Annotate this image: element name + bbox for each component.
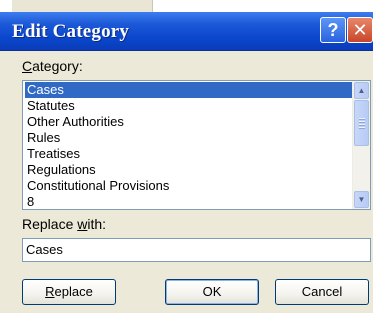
list-item[interactable]: Other Authorities <box>25 114 124 130</box>
list-item[interactable]: Treatises <box>25 146 80 162</box>
list-item[interactable]: Regulations <box>25 162 96 178</box>
title-bar[interactable]: Edit Category ? ✕ <box>0 12 373 51</box>
help-button[interactable]: ? <box>320 17 346 43</box>
grip-line <box>359 118 365 120</box>
scroll-down-button[interactable]: ▼ <box>354 191 369 208</box>
replace-with-label: Replace with: <box>22 216 107 232</box>
list-item[interactable]: Constitutional Provisions <box>25 178 169 194</box>
close-button[interactable]: ✕ <box>347 17 373 43</box>
category-label: Category: <box>22 58 83 74</box>
chevron-up-icon: ▲ <box>357 86 366 95</box>
cancel-button[interactable]: Cancel <box>275 279 369 305</box>
list-item[interactable]: Statutes <box>25 98 75 114</box>
grip-line <box>359 124 365 126</box>
list-item[interactable]: Cases <box>25 82 353 98</box>
ok-button[interactable]: OK <box>165 279 259 305</box>
window-title: Edit Category <box>12 21 130 42</box>
edit-category-dialog: Edit Category ? ✕ Category: Cases Statut… <box>0 0 373 313</box>
vertical-scrollbar[interactable]: ▲ ▼ <box>352 81 370 209</box>
replace-button[interactable]: Replace <box>22 279 116 305</box>
list-item[interactable]: 8 <box>25 194 34 209</box>
scroll-up-button[interactable]: ▲ <box>354 82 369 99</box>
background-window-strip <box>0 0 373 12</box>
grip-line <box>359 121 365 123</box>
list-item[interactable]: Rules <box>25 130 60 146</box>
grip-line <box>359 127 365 129</box>
category-listbox[interactable]: Cases Statutes Other Authorities Rules T… <box>22 80 371 210</box>
close-icon: ✕ <box>352 20 368 40</box>
scroll-thumb[interactable] <box>354 100 369 146</box>
question-mark-icon: ? <box>327 20 339 40</box>
background-tab <box>12 0 153 12</box>
chevron-down-icon: ▼ <box>357 195 366 204</box>
replace-with-input[interactable]: Cases <box>22 238 371 262</box>
